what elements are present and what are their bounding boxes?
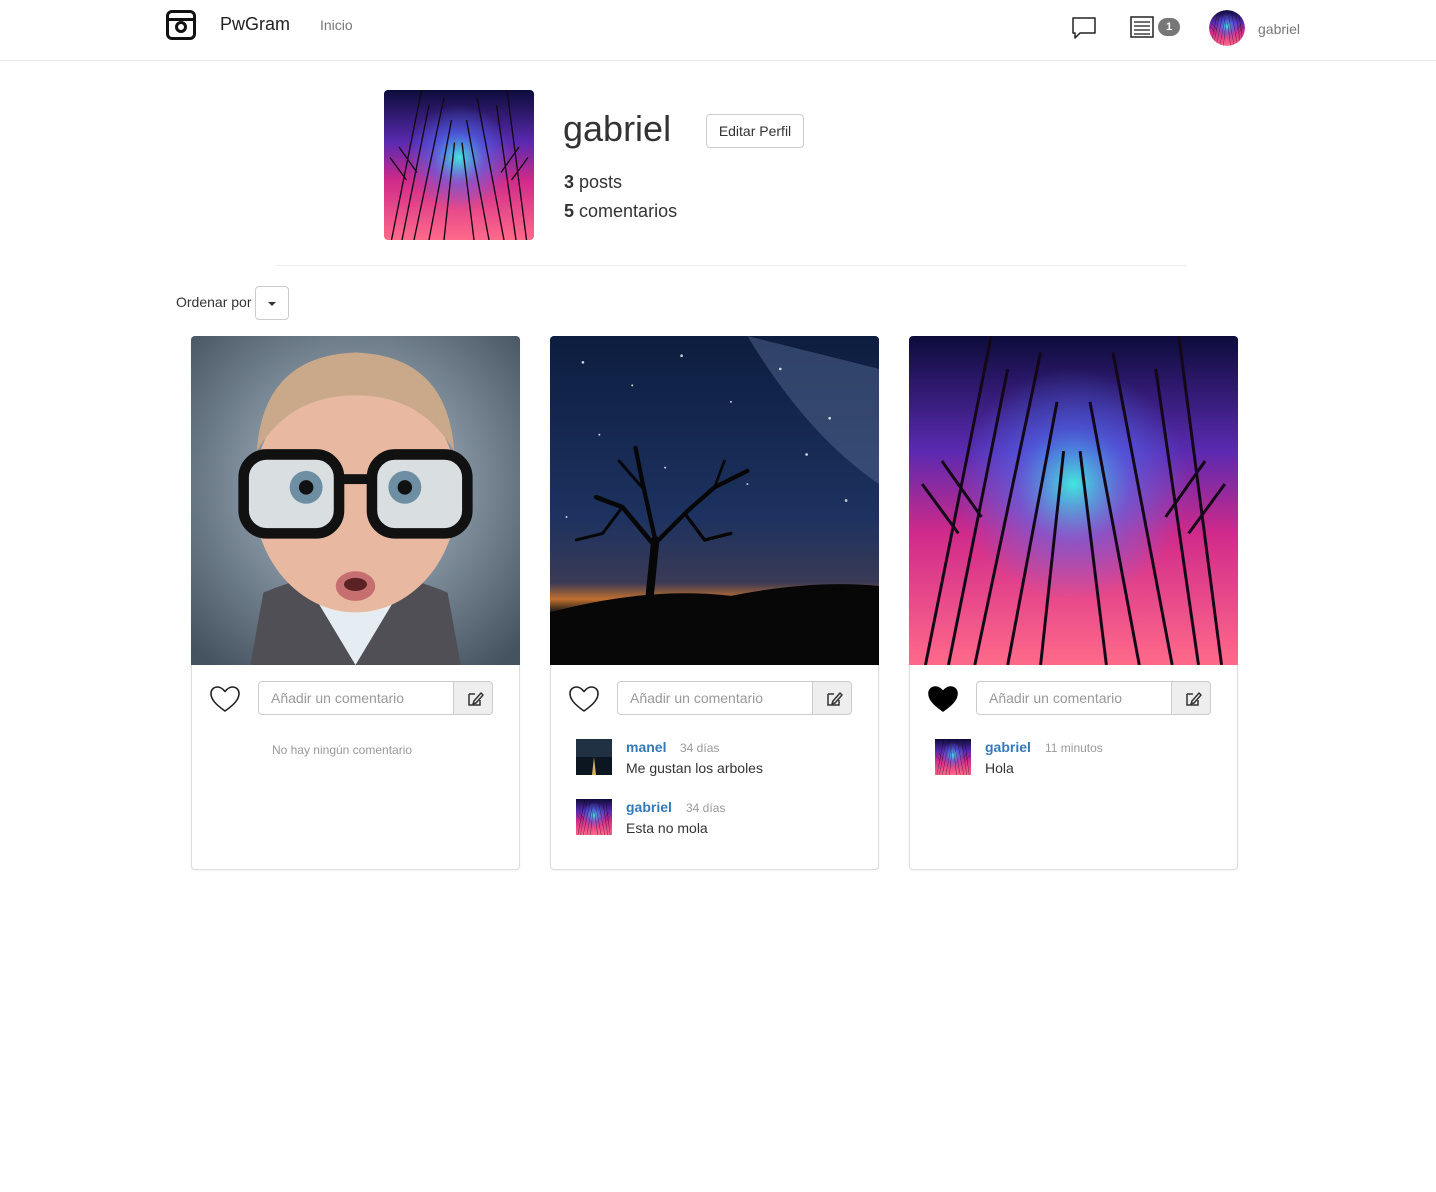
posts-stat: 3 posts xyxy=(564,172,622,193)
heart-outline-icon[interactable] xyxy=(209,684,241,714)
profile-picture xyxy=(384,90,534,240)
comment-form xyxy=(258,681,493,715)
comment-text: Hola xyxy=(985,760,1014,776)
notifications-badge: 1 xyxy=(1158,18,1180,36)
comment-submit-button[interactable] xyxy=(453,681,493,715)
comment-item: manel 34 días Me gustan los arboles xyxy=(576,739,866,779)
post-card: No hay ningún comentario xyxy=(191,336,520,870)
comment-submit-button[interactable] xyxy=(1171,681,1211,715)
caret-down-icon xyxy=(268,302,276,306)
nav-home-link[interactable]: Inicio xyxy=(320,17,353,33)
comment-input[interactable] xyxy=(258,681,454,715)
edit-icon xyxy=(1186,692,1202,706)
comment-submit-button[interactable] xyxy=(812,681,852,715)
comment-username[interactable]: gabriel xyxy=(626,799,672,815)
comment-item: gabriel 34 días Esta no mola xyxy=(576,799,866,839)
no-comments-message: No hay ningún comentario xyxy=(271,743,413,757)
posts-count: 3 xyxy=(564,172,575,192)
sort-label: Ordenar por xyxy=(176,294,252,310)
comment-text: Esta no mola xyxy=(626,820,708,836)
edit-profile-button[interactable]: Editar Perfil xyxy=(706,114,804,148)
comment-time: 11 minutos xyxy=(1045,741,1103,755)
posts-label: posts xyxy=(579,172,623,192)
brand-link[interactable]: PwGram xyxy=(220,14,290,35)
list-icon[interactable] xyxy=(1130,16,1154,38)
divider xyxy=(275,265,1187,266)
edit-icon xyxy=(468,692,484,706)
edit-icon xyxy=(827,692,843,706)
chat-bubble-icon[interactable] xyxy=(1071,16,1097,40)
comment-form xyxy=(976,681,1211,715)
post-image[interactable] xyxy=(550,336,879,665)
sort-dropdown-button[interactable] xyxy=(255,286,289,320)
comment-input[interactable] xyxy=(617,681,813,715)
comment-text: Me gustan los arboles xyxy=(626,760,763,776)
comment-username[interactable]: manel xyxy=(626,739,666,755)
heart-outline-icon[interactable] xyxy=(568,684,600,714)
comment-avatar[interactable] xyxy=(576,799,612,835)
comment-item: gabriel 11 minutos Hola xyxy=(935,739,1225,779)
post-card: gabriel 11 minutos Hola xyxy=(909,336,1238,870)
comment-form xyxy=(617,681,852,715)
post-card: manel 34 días Me gustan los arboles gabr… xyxy=(550,336,879,870)
post-image[interactable] xyxy=(191,336,520,665)
camera-logo-icon[interactable] xyxy=(166,10,196,40)
heart-filled-icon[interactable] xyxy=(927,684,959,714)
comment-time: 34 días xyxy=(680,741,720,755)
comment-time: 34 días xyxy=(686,801,726,815)
comment-avatar[interactable] xyxy=(935,739,971,775)
navbar: PwGram Inicio 1 gabriel xyxy=(0,0,1436,61)
comment-username[interactable]: gabriel xyxy=(985,739,1031,755)
nav-username[interactable]: gabriel xyxy=(1258,21,1300,37)
comment-input[interactable] xyxy=(976,681,1172,715)
comments-label: comentarios xyxy=(579,201,678,221)
comment-avatar[interactable] xyxy=(576,739,612,775)
comments-count: 5 xyxy=(564,201,575,221)
avatar[interactable] xyxy=(1209,10,1245,46)
post-image[interactable] xyxy=(909,336,1238,665)
profile-name: gabriel xyxy=(563,108,672,149)
comments-stat: 5 comentarios xyxy=(564,201,677,222)
